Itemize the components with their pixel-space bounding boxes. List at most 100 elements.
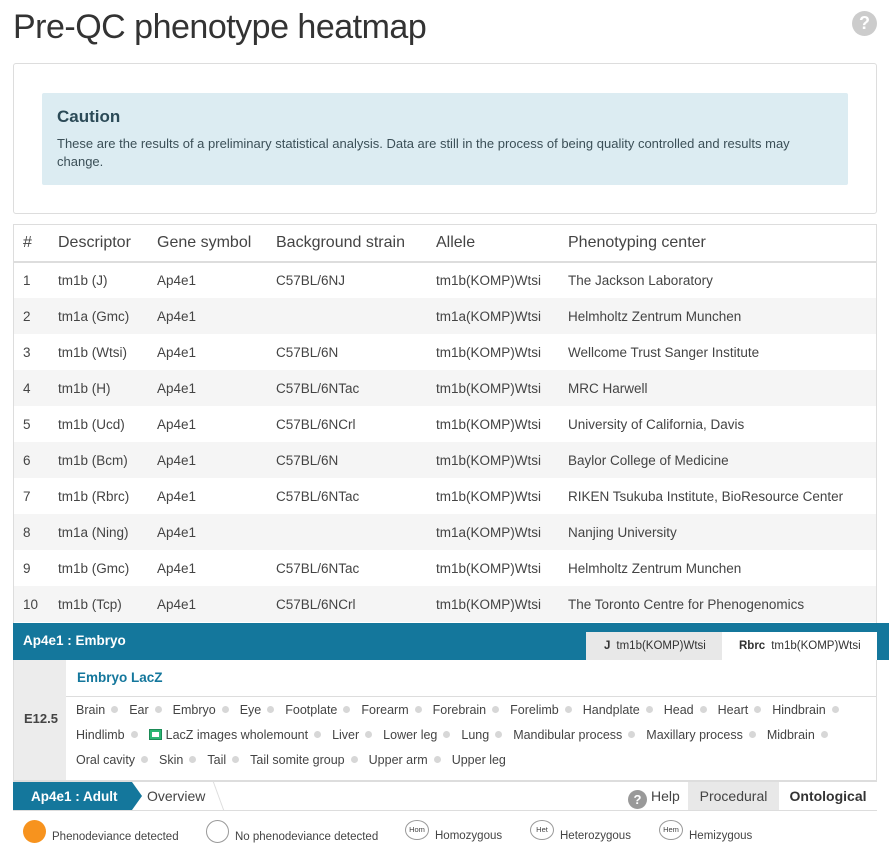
cell-phenotyping-center: MRC Harwell [559, 370, 876, 406]
help-circle-icon: ? [628, 790, 647, 809]
cell-allele: tm1b(KOMP)Wtsi [436, 344, 542, 360]
cell-background-strain: C57BL/6NCrl [276, 416, 356, 432]
tab-allele-j[interactable]: Jtm1b(KOMP)Wtsi [586, 632, 722, 660]
anatomy-term[interactable]: Forebrain [433, 698, 508, 723]
col-header-descriptor[interactable]: Descriptor [49, 225, 148, 263]
anatomy-term-label: Forelimb [510, 703, 559, 717]
anatomy-term[interactable]: Head [664, 698, 715, 723]
table-row[interactable]: 7 tm1b (Rbrc) Ap4e1 C57BL/6NTac tm1b(KOMP)Wt… [14, 478, 876, 514]
cell-phenotyping-center: Helmholtz Zentrum Munchen [559, 298, 876, 334]
cell-gene-symbol: Ap4e1 [148, 298, 267, 334]
cell-phenotyping-center: University of California, Davis [568, 416, 745, 432]
anatomy-term[interactable]: Embryo [173, 698, 237, 723]
procedural-button[interactable]: Procedural [688, 782, 779, 810]
tab-allele-rbrc[interactable]: Rbrc tm1b(KOMP)Wtsi [722, 632, 877, 660]
anatomy-term[interactable]: Hindbrain [772, 698, 847, 723]
cell-phenotyping-center: The Toronto Centre for Phenogenomics [559, 586, 876, 622]
cell-phenotyping-center: Helmholtz Zentrum Munchen [568, 560, 742, 576]
cell-gene-symbol: Ap4e1 [157, 344, 197, 360]
anatomy-term[interactable]: Mandibular process [513, 723, 643, 748]
cell-gene-symbol: Ap4e1 [148, 442, 267, 478]
anatomy-term[interactable]: Upper leg [452, 748, 506, 773]
table-row[interactable]: 4 tm1b (H) Ap4e1 C57BL/6NTac tm1b(KOMP)Wtsi M… [14, 370, 876, 406]
anatomy-term[interactable]: Upper arm [369, 748, 449, 773]
anatomy-term[interactable]: Oral cavity [76, 748, 156, 773]
cell-gene-symbol: Ap4e1 [157, 416, 197, 432]
anatomy-term[interactable]: Ear [129, 698, 169, 723]
table-row[interactable]: 10 tm1b (Tcp) Ap4e1 C57BL/6NCrl tm1b(KOMP)Wt… [14, 586, 876, 622]
anatomy-term[interactable]: Midbrain [767, 723, 836, 748]
tab-allele-rbrc-label: tm1b(KOMP)Wtsi [771, 640, 861, 652]
anatomy-term[interactable]: Eye [240, 698, 283, 723]
cell-background-strain: C57BL/6NTac [267, 370, 427, 406]
cell-descriptor: tm1a (Ning) [49, 514, 148, 550]
table-row[interactable]: 9 tm1b (Gmc) Ap4e1 C57BL/6NTac tm1b(KOMP)Wts… [14, 550, 876, 586]
legend-het: Het Heterozygous [530, 818, 631, 842]
term-status-dot [433, 756, 441, 763]
cell-background-strain: C57BL/6N [276, 344, 339, 360]
anatomy-term[interactable]: Tail somite group [250, 748, 366, 773]
anatomy-term[interactable]: Forearm [361, 698, 429, 723]
embryo-lacz-link[interactable]: Embryo LacZ [77, 670, 163, 685]
homozygous-icon: Hom [405, 820, 429, 840]
anatomy-term[interactable]: Handplate [583, 698, 661, 723]
anatomy-term[interactable]: Forelimb [510, 698, 580, 723]
adult-tab[interactable]: Ap4e1 : Adult [13, 782, 132, 810]
anatomy-term-label: Tail [207, 753, 227, 767]
cell-descriptor: tm1b (Bcm) [49, 442, 148, 478]
anatomy-term[interactable]: Footplate [285, 698, 358, 723]
col-header-gene-symbol[interactable]: Gene symbol [148, 225, 267, 263]
legend-hem: Hem Hemizygous [659, 818, 752, 842]
table-header-row: # Descriptor Gene symbol Background stra… [14, 225, 876, 263]
anatomy-term-label: Eye [239, 703, 262, 717]
term-status-dot [130, 731, 138, 738]
term-status-dot [564, 706, 572, 713]
table-row[interactable]: 2 tm1a (Gmc) Ap4e1 tm1a(KOMP)Wtsi Helmholtz … [14, 298, 876, 334]
anatomy-term-list: Brain Ear Embryo Eye Footplate Forearm Forebra… [76, 698, 871, 773]
help-icon[interactable]: ? [852, 11, 877, 36]
no-phenodeviance-icon [206, 820, 229, 843]
anatomy-term[interactable]: Lower leg [383, 723, 458, 748]
col-header-number[interactable]: # [14, 225, 49, 263]
term-status-dot [314, 731, 322, 738]
cell-descriptor: tm1b (J) [58, 273, 108, 288]
col-header-allele[interactable]: Allele [427, 225, 559, 263]
anatomy-term[interactable]: Liver [332, 723, 380, 748]
cell-phenotyping-center: The Jackson Laboratory [568, 273, 713, 288]
table-row[interactable]: 3 tm1b (Wtsi) Ap4e1 C57BL/6N tm1b(KOMP)Wtsi W… [14, 334, 876, 370]
anatomy-term[interactable]: Maxillary process [646, 723, 764, 748]
ontological-button[interactable]: Ontological [779, 782, 877, 810]
table-row[interactable]: 6 tm1b (Bcm) Ap4e1 C57BL/6N tm1b(KOMP)Wtsi Ba… [14, 442, 876, 478]
legend-hem-label: Hemizygous [689, 830, 753, 842]
cell-background-strain [267, 514, 427, 550]
term-status-dot [267, 706, 275, 713]
cell-descriptor: tm1b (H) [49, 370, 148, 406]
cell-background-strain: C57BL/6N [267, 442, 427, 478]
cell-number: 8 [14, 514, 49, 550]
cell-allele: tm1a(KOMP)Wtsi [427, 514, 559, 550]
anatomy-term-label: Head [663, 703, 694, 717]
anatomy-term[interactable]: Hindlimb [76, 723, 146, 748]
cell-number: 10 [14, 586, 49, 622]
table-row[interactable]: 8 tm1a (Ning) Ap4e1 tm1a(KOMP)Wtsi Nanjing U… [14, 514, 876, 550]
cell-number: 4 [14, 370, 49, 406]
table-row[interactable]: 1 tm1b (J) Ap4e1 C57BL/6NJ tm1b(KOMP)Wtsi The… [14, 262, 876, 298]
cell-number: 1 [23, 273, 31, 288]
anatomy-term-label: Mandibular process [513, 728, 623, 742]
term-status-dot [154, 706, 162, 713]
anatomy-term[interactable]: LacZ images wholemount [148, 723, 329, 748]
legend-no-pheno-label: No phenodeviance detected [235, 830, 379, 843]
table-row[interactable]: 5 tm1b (Ucd) Ap4e1 C57BL/6NCrl tm1b(KOMP)Wts… [14, 406, 876, 442]
term-status-dot [350, 756, 358, 763]
anatomy-term[interactable]: Skin [159, 748, 204, 773]
help-button[interactable]: ? Help [624, 782, 688, 810]
col-header-background-strain[interactable]: Background strain [267, 225, 427, 263]
anatomy-term[interactable]: Tail [207, 748, 247, 773]
anatomy-term[interactable]: Brain [76, 698, 126, 723]
term-status-dot [699, 706, 707, 713]
col-header-phenotyping-center[interactable]: Phenotyping center [559, 225, 876, 263]
anatomy-term-label: LacZ images wholemount [165, 728, 309, 742]
anatomy-term[interactable]: Heart [718, 698, 770, 723]
divider [66, 696, 876, 697]
anatomy-term[interactable]: Lung [461, 723, 510, 748]
